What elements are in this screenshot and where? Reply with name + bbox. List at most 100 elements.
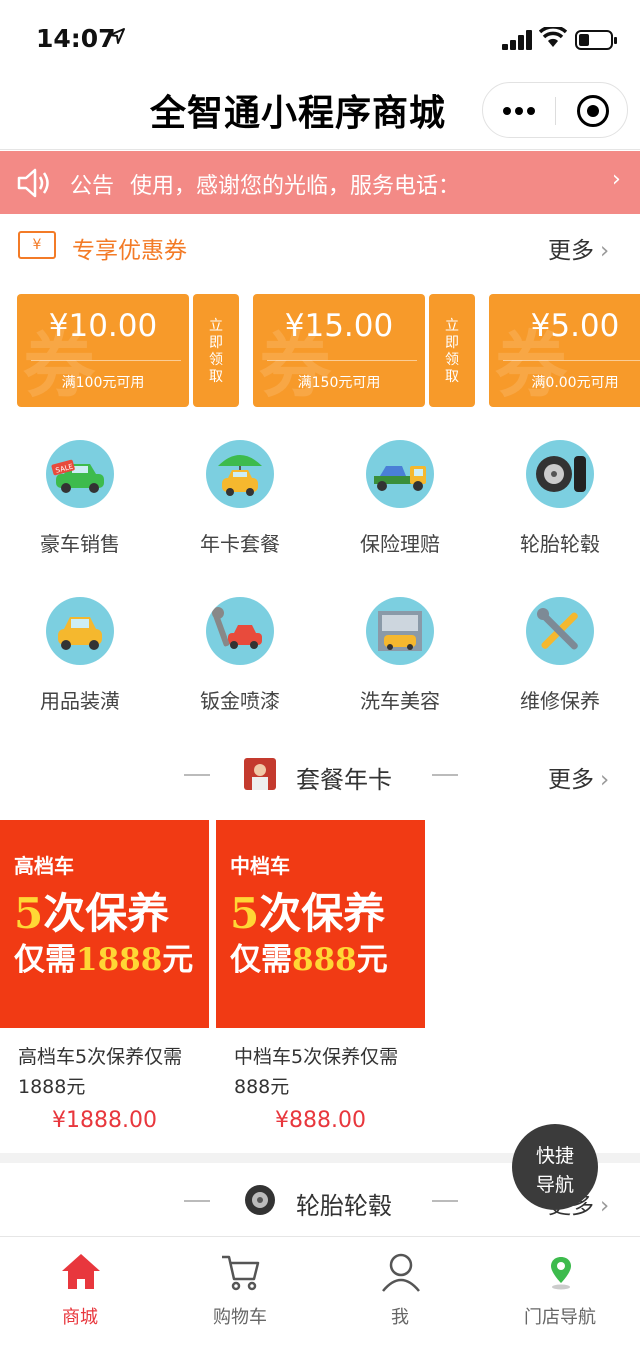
product-grade: 中档车 — [230, 854, 290, 878]
coupon-body: 券 ¥15.00 满150元可用 — [253, 294, 425, 407]
category-insurance[interactable]: 保险理赔 — [320, 440, 480, 590]
battery-icon — [575, 30, 617, 50]
product-times: 5次保养 — [14, 889, 170, 938]
signal-icon — [502, 30, 534, 50]
wifi-icon — [538, 25, 568, 53]
notice-label: 公告 — [70, 174, 115, 199]
category-label: 用品装潢 — [40, 689, 120, 713]
divider — [503, 360, 640, 361]
category-luxury-car-sales[interactable]: SALE 豪车销售 — [0, 440, 160, 590]
coupon-amount: ¥5.00 — [530, 308, 620, 344]
package-more-link[interactable]: 更多 › — [548, 760, 609, 794]
tab-label: 门店导航 — [524, 1307, 596, 1328]
coupon-condition: 满150元可用 — [297, 375, 381, 391]
status-bar: 14:07 — [0, 0, 640, 76]
tab-label: 商城 — [62, 1307, 98, 1328]
miniapp-capsule — [482, 82, 628, 138]
coupon-list: 券 ¥10.00 满100元可用 立即领取 券 ¥15.00 满150元可用 立… — [0, 294, 640, 409]
category-accessories[interactable]: 用品装潢 — [0, 597, 160, 747]
category-label: 轮胎轮毂 — [520, 532, 600, 556]
product-price: ¥888.00 — [275, 1108, 366, 1133]
product-grade: 高档车 — [14, 854, 74, 878]
divider — [267, 360, 417, 361]
more-label: 更多 — [548, 767, 594, 793]
tab-cart[interactable]: 购物车 — [160, 1237, 320, 1349]
package-section-header: 套餐年卡 更多 › — [0, 746, 640, 806]
product-times: 5次保养 — [230, 889, 386, 938]
divider — [432, 1200, 458, 1202]
chevron-right-icon: › — [600, 238, 610, 264]
chevron-right-icon: › — [600, 767, 610, 793]
product-card[interactable]: 中档车 5次保养 仅需888元 中档车5次保养仅需888元 ¥888.00 — [216, 820, 425, 1155]
divider — [184, 1200, 210, 1202]
tire-icon — [526, 440, 594, 508]
ticket-icon: ¥ — [18, 231, 56, 259]
quick-nav-button[interactable]: 快捷 导航 — [512, 1124, 598, 1210]
car-wash-icon — [366, 597, 434, 665]
tab-bar: 商城 购物车 我 门店导航 — [0, 1236, 640, 1349]
category-label: 洗车美容 — [360, 689, 440, 713]
notice-bar[interactable]: 公告 使用，感谢您的光临，服务电话： › — [0, 151, 640, 214]
claim-coupon-button[interactable]: 立即领取 — [429, 294, 475, 407]
notice-text: 使用，感谢您的光临，服务电话： — [130, 174, 461, 199]
section-title: 套餐年卡 — [296, 766, 392, 794]
coupon-more-link[interactable]: 更多 › — [548, 231, 609, 265]
home-icon — [60, 1251, 102, 1293]
category-label: 钣金喷漆 — [200, 689, 280, 713]
title-bar: 全智通小程序商城 — [0, 76, 640, 150]
product-card[interactable]: 高档车 5次保养 仅需1888元 高档车5次保养仅需1888元 ¥1888.00 — [0, 820, 209, 1155]
coupon-section-header: ¥ 专享优惠券 更多 › — [0, 214, 640, 280]
yellow-car-icon — [46, 597, 114, 665]
tab-store-nav[interactable]: 门店导航 — [480, 1237, 640, 1349]
tools-icon — [526, 597, 594, 665]
package-avatar-icon — [244, 758, 276, 790]
location-arrow-icon — [108, 26, 126, 50]
user-icon — [380, 1251, 422, 1293]
coupon-section-title: 专享优惠券 — [72, 238, 187, 264]
category-label: 保险理赔 — [360, 532, 440, 556]
divider — [432, 774, 458, 776]
wrench-car-icon — [206, 597, 274, 665]
more-dots-icon[interactable] — [501, 95, 537, 125]
product-price: ¥1888.00 — [52, 1108, 157, 1133]
category-repair[interactable]: 维修保养 — [480, 597, 640, 747]
more-label: 更多 — [548, 238, 594, 264]
coupon-amount: ¥10.00 — [48, 308, 158, 344]
category-label: 年卡套餐 — [200, 532, 280, 556]
section-title: 轮胎轮毂 — [296, 1192, 392, 1220]
product-banner-price: 仅需888元 — [230, 942, 388, 978]
category-tires[interactable]: 轮胎轮毂 — [480, 440, 640, 590]
car-sale-icon: SALE — [46, 440, 114, 508]
cart-icon — [220, 1251, 262, 1293]
tab-me[interactable]: 我 — [320, 1237, 480, 1349]
product-banner-price: 仅需1888元 — [14, 942, 194, 978]
tab-label: 购物车 — [213, 1307, 267, 1328]
category-car-wash[interactable]: 洗车美容 — [320, 597, 480, 747]
tab-mall[interactable]: 商城 — [0, 1237, 160, 1349]
product-name: 中档车5次保养仅需888元 — [234, 1046, 399, 1098]
category-paint[interactable]: 钣金喷漆 — [160, 597, 320, 747]
page-title: 全智通小程序商城 — [150, 92, 447, 134]
category-label: 豪车销售 — [40, 532, 120, 556]
category-annual-card[interactable]: 年卡套餐 — [160, 440, 320, 590]
umbrella-car-icon — [206, 440, 274, 508]
tab-label: 我 — [391, 1307, 409, 1328]
capsule-divider — [555, 97, 556, 125]
coupon-amount: ¥15.00 — [284, 308, 394, 344]
location-pin-icon — [540, 1251, 582, 1293]
coupon-condition: 满0.00元可用 — [531, 375, 619, 391]
quick-nav-line1: 快捷 — [535, 1145, 574, 1167]
product-banner: 高档车 5次保养 仅需1888元 — [0, 820, 209, 1028]
chevron-right-icon: › — [600, 1193, 610, 1219]
coupon-body: 券 ¥10.00 满100元可用 — [17, 294, 189, 407]
product-banner: 中档车 5次保养 仅需888元 — [216, 820, 425, 1028]
product-name: 高档车5次保养仅需1888元 — [18, 1046, 183, 1098]
category-label: 维修保养 — [520, 689, 600, 713]
tire-icon — [244, 1184, 276, 1216]
close-miniapp-icon[interactable] — [577, 95, 609, 127]
chevron-right-icon: › — [612, 167, 621, 192]
coupon-condition: 满100元可用 — [61, 375, 145, 391]
tow-truck-icon — [366, 440, 434, 508]
speaker-icon — [16, 167, 52, 199]
claim-coupon-button[interactable]: 立即领取 — [193, 294, 239, 407]
